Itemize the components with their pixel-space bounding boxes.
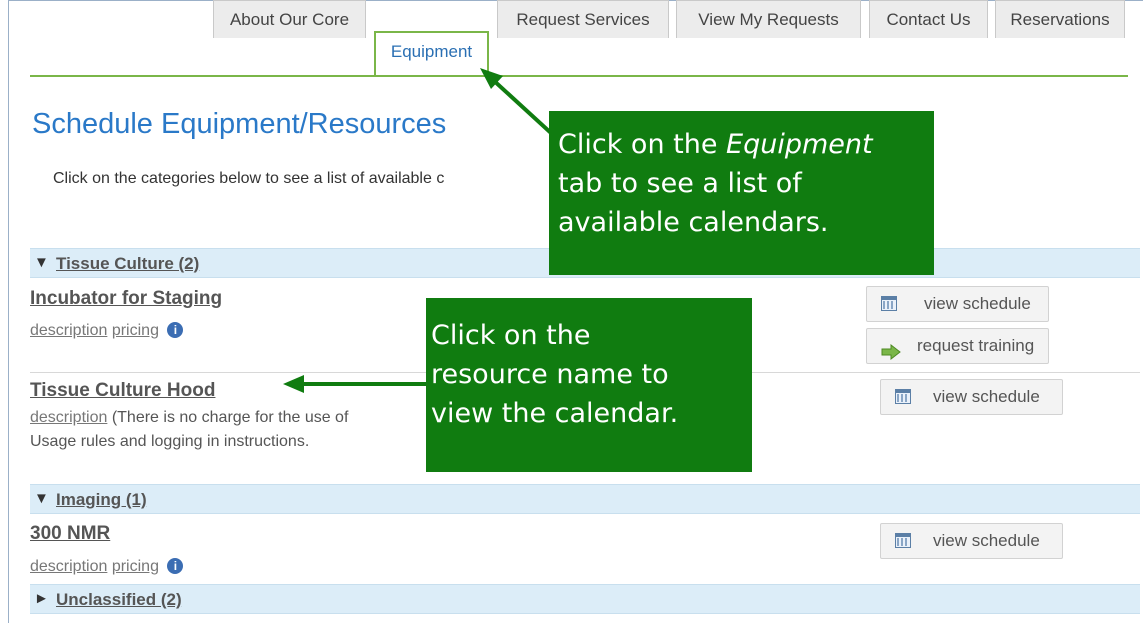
callout-line-1: Click on the Equipment [558,125,934,164]
arrow-to-equipment-tab [480,68,553,135]
callout-emphasis: Equipment [726,129,873,160]
callout-line-3: view the calendar. [431,398,679,429]
callout-resource-name: Click on the resource name to view the c… [426,298,752,472]
callout-line-1: Click on the [431,320,591,351]
callout-text: Click on the [558,129,727,160]
callout-line-2: resource name to [431,359,669,390]
arrow-to-resource-name [283,375,426,393]
callout-line-3: available calendars. [558,207,829,238]
callout-equipment-tab: Click on the Equipment tab to see a list… [549,111,934,275]
callout-line-2: tab to see a list of [558,168,802,199]
